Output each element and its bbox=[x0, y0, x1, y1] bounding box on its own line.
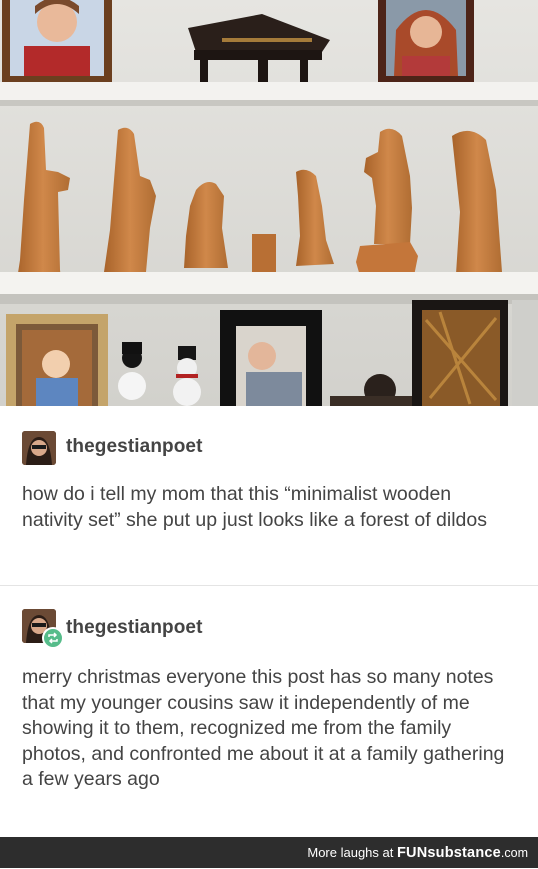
framed-art-leaves bbox=[412, 300, 508, 406]
watermark-domain: .com bbox=[500, 846, 528, 860]
watermark-text[interactable]: More laughs at FUNsubstance.com bbox=[307, 837, 528, 868]
post-photo bbox=[0, 0, 538, 406]
framed-photo-girl-left bbox=[2, 0, 112, 82]
username[interactable]: thegestianpoet bbox=[66, 436, 203, 458]
reblog-icon bbox=[42, 627, 64, 649]
framed-photo-young-man bbox=[220, 310, 322, 406]
framed-photo-girl-right bbox=[378, 0, 474, 82]
post-body: how do i tell my mom that this “minimali… bbox=[22, 483, 487, 531]
reblog-post: thegestianpoet merry christmas everyone … bbox=[0, 587, 538, 837]
watermark-prefix: More laughs at bbox=[307, 845, 397, 860]
original-post: thegestianpoet how do i tell my mom that… bbox=[0, 406, 538, 586]
username[interactable]: thegestianpoet bbox=[66, 617, 203, 639]
user-avatar[interactable] bbox=[22, 431, 56, 465]
post-body: merry christmas everyone this post has s… bbox=[22, 666, 505, 790]
watermark-brand: FUNsubstance bbox=[396, 845, 501, 861]
watermark-bar: More laughs at FUNsubstance.com bbox=[0, 837, 538, 868]
framed-photo-baby bbox=[6, 314, 108, 406]
